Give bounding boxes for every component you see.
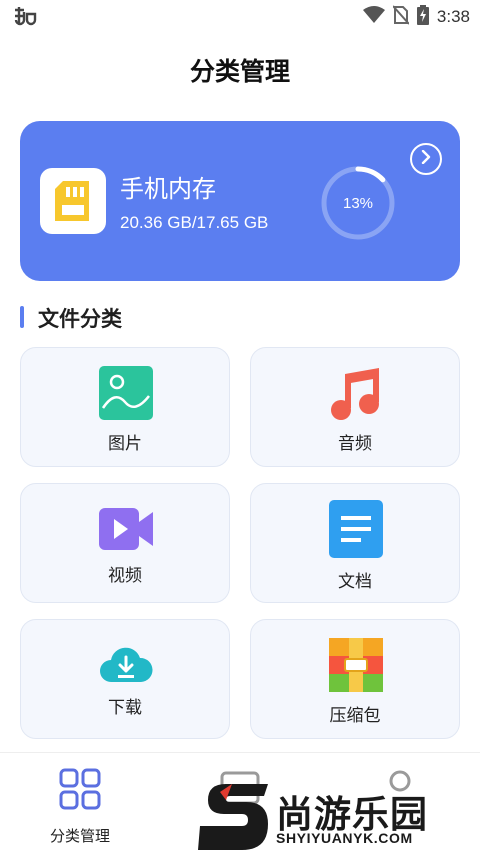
- section-accent-bar: [20, 306, 24, 328]
- category-label: 压缩包: [329, 706, 381, 725]
- category-label: 视频: [108, 566, 142, 585]
- category-label: 下载: [108, 698, 142, 717]
- chevron-right-icon: [420, 149, 432, 169]
- category-tile-archives[interactable]: 压缩包: [250, 619, 460, 739]
- category-tile-audio[interactable]: 音频: [250, 347, 460, 467]
- storage-size: 20.36 GB/17.65 GB: [120, 213, 269, 232]
- category-label: 文档: [338, 572, 372, 591]
- music-icon: [329, 366, 383, 420]
- bug-icon: [12, 6, 38, 28]
- battery-charging-icon: [416, 4, 429, 30]
- sd-card-icon: [40, 168, 106, 234]
- category-tile-downloads[interactable]: 下载: [20, 619, 230, 739]
- cloud-download-icon: [99, 638, 153, 692]
- status-time: 3:38: [436, 7, 470, 26]
- image-icon: [99, 366, 153, 420]
- category-label: 图片: [108, 434, 142, 453]
- category-label: 音频: [338, 434, 372, 453]
- watermark-s-icon: [198, 784, 268, 850]
- wifi-icon: [362, 5, 385, 29]
- page-title: 分类管理: [189, 58, 290, 86]
- document-icon: [329, 500, 383, 558]
- watermark-logo: 尚游乐园 SHYIYUANYK.COM: [198, 778, 480, 853]
- category-tile-video[interactable]: 视频: [20, 483, 230, 603]
- section-title: 文件分类: [38, 308, 122, 331]
- category-tile-images[interactable]: 图片: [20, 347, 230, 467]
- storage-card[interactable]: 手机内存 20.36 GB/17.65 GB 13%: [20, 121, 460, 281]
- archive-icon: [329, 638, 383, 692]
- nav-item-category-management[interactable]: 分类管理: [0, 753, 160, 853]
- status-icons: 3:38: [362, 4, 470, 30]
- watermark-subtitle: SHYIYUANYK.COM: [276, 830, 413, 846]
- category-tile-documents[interactable]: 文档: [250, 483, 460, 603]
- grid-icon: [58, 767, 102, 811]
- storage-percent: 13%: [342, 194, 374, 212]
- video-icon: [99, 502, 153, 556]
- no-sim-icon: [392, 4, 410, 30]
- nav-label: 分类管理: [49, 828, 110, 845]
- storage-name: 手机内存: [120, 176, 216, 203]
- status-bar: 3:38: [0, 0, 480, 34]
- storage-details-button[interactable]: [410, 143, 442, 175]
